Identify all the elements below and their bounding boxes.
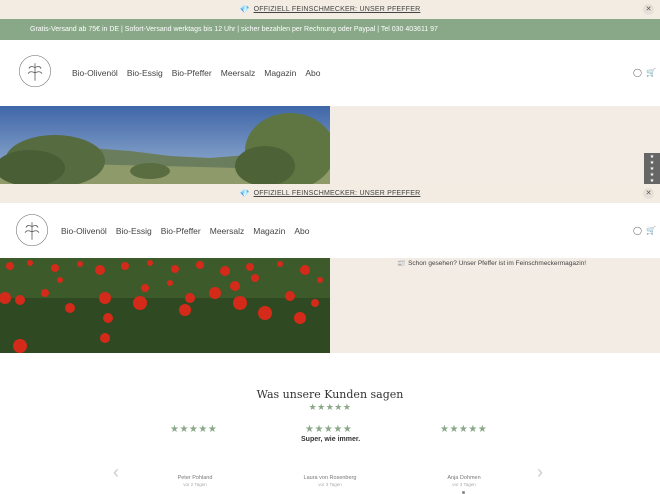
review-1-time: vor 2 Tagen — [183, 482, 207, 487]
cart-icon[interactable]: 🛒 — [646, 68, 656, 77]
carousel-next-button[interactable]: › — [537, 462, 543, 483]
nav-item-abo[interactable]: Abo — [305, 68, 320, 78]
sticky-nav: Bio-Olivenöl Bio-Essig Bio-Pfeffer Meers… — [61, 226, 319, 236]
announcement-text: Schon gesehen? Unser Pfeffer ist im Fein… — [408, 259, 587, 267]
sticky-nav-item-essig[interactable]: Bio-Essig — [116, 226, 152, 236]
main-nav: Bio-Olivenöl Bio-Essig Bio-Pfeffer Meers… — [72, 68, 330, 78]
announcement[interactable]: 📰 Schon gesehen? Unser Pfeffer ist im Fe… — [397, 259, 587, 268]
shipping-info-bar: Gratis-Versand ab 75€ in DE | Sofort-Ver… — [0, 19, 660, 40]
diamond-icon: 💎 — [239, 189, 250, 198]
reviews-side-tab[interactable]: ★★★★★ — [644, 153, 660, 185]
sticky-header: Bio-Olivenöl Bio-Essig Bio-Pfeffer Meers… — [0, 203, 660, 258]
announcement-panel — [330, 258, 660, 353]
header-icons: ◯ 🛒 — [633, 68, 656, 77]
promo-bar: 💎 OFFIZIELL FEINSCHMECKER: UNSER PFEFFER… — [0, 0, 660, 19]
sticky-promo-bar: 💎 OFFIZIELL FEINSCHMECKER: UNSER PFEFFER… — [0, 184, 660, 203]
sticky-nav-item-pfeffer[interactable]: Bio-Pfeffer — [161, 226, 201, 236]
sticky-logo[interactable] — [14, 211, 50, 251]
logo[interactable] — [17, 52, 53, 92]
review-3-author: Anja Dohmen — [447, 475, 481, 481]
header: Bio-Olivenöl Bio-Essig Bio-Pfeffer Meers… — [0, 40, 660, 106]
close-icon[interactable]: ✕ — [643, 4, 654, 15]
nav-item-essig[interactable]: Bio-Essig — [127, 68, 163, 78]
review-1-author: Peter Pohland — [177, 475, 213, 481]
review-2-time: vor 3 Tagen — [318, 482, 342, 487]
nav-item-olivenoel[interactable]: Bio-Olivenöl — [72, 68, 118, 78]
overall-rating-stars: ★★★★★ — [308, 402, 352, 412]
account-icon[interactable]: ◯ — [633, 68, 642, 77]
hero-landscape-image — [0, 106, 330, 184]
sticky-nav-item-meersalz[interactable]: Meersalz — [210, 226, 244, 236]
review-2-author: Laura von Rosenberg — [303, 475, 357, 481]
sticky-nav-item-abo[interactable]: Abo — [294, 226, 309, 236]
review-2-stars: ★★★★★ — [305, 424, 353, 435]
sticky-close-icon[interactable]: ✕ — [643, 188, 654, 199]
sticky-nav-item-magazin[interactable]: Magazin — [253, 226, 285, 236]
poppy-field-image — [0, 258, 330, 353]
diamond-icon: 💎 — [239, 5, 250, 14]
sticky-account-icon[interactable]: ◯ — [633, 226, 642, 235]
nav-item-magazin[interactable]: Magazin — [264, 68, 296, 78]
side-tab-stars: ★★★★★ — [649, 154, 655, 184]
review-3-stars: ★★★★★ — [440, 424, 488, 435]
hero-beige-panel — [330, 106, 660, 184]
newspaper-icon: 📰 — [397, 260, 406, 267]
promo-link[interactable]: OFFIZIELL FEINSCHMECKER: UNSER PFEFFER — [254, 6, 421, 13]
nav-item-meersalz[interactable]: Meersalz — [221, 68, 255, 78]
nav-item-pfeffer[interactable]: Bio-Pfeffer — [172, 68, 212, 78]
review-1-stars: ★★★★★ — [170, 424, 218, 435]
sticky-promo-link[interactable]: OFFIZIELL FEINSCHMECKER: UNSER PFEFFER — [254, 190, 421, 197]
review-2-text: Super, wie immer. — [301, 436, 361, 443]
sticky-cart-icon[interactable]: 🛒 — [646, 226, 656, 235]
reviews-title: Was unsere Kunden sagen — [256, 388, 404, 401]
sticky-nav-item-olivenoel[interactable]: Bio-Olivenöl — [61, 226, 107, 236]
review-3-time: vor 3 Tagen — [452, 482, 476, 487]
carousel-prev-button[interactable]: ‹ — [113, 462, 119, 483]
sticky-header-icons: ◯ 🛒 — [633, 226, 656, 235]
